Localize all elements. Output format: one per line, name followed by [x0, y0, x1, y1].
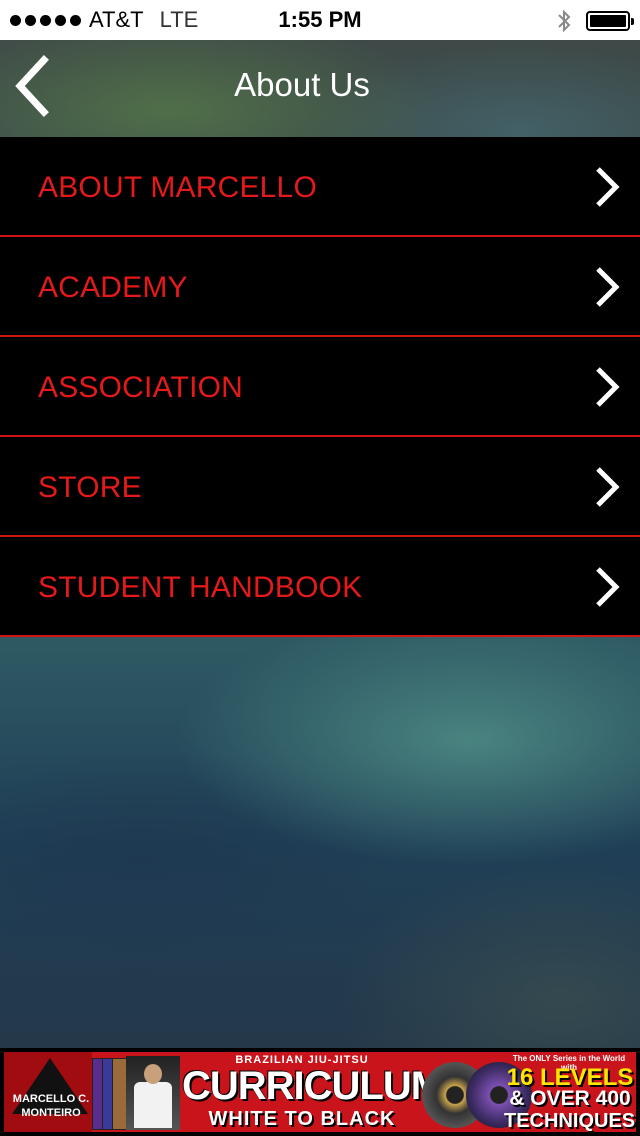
- chevron-right-icon: [596, 367, 620, 407]
- menu-item-label: ASSOCIATION: [38, 371, 244, 404]
- banner-techniques: TECHNIQUES!: [504, 1110, 636, 1132]
- page-title: About Us: [234, 66, 370, 103]
- menu-item-academy[interactable]: ACADEMY: [0, 237, 640, 337]
- chevron-right-icon: [596, 267, 620, 307]
- about-menu-list: ABOUT MARCELLO ACADEMY ASSOCIATION STORE…: [0, 137, 640, 637]
- banner-subline: WHITE TO BLACK: [208, 1108, 396, 1130]
- navigation-bar: About Us: [0, 40, 640, 137]
- bluetooth-icon: [558, 9, 571, 33]
- status-time: 1:55 PM: [278, 7, 362, 32]
- menu-item-store[interactable]: STORE: [0, 437, 640, 537]
- chevron-right-icon: [596, 567, 620, 607]
- chevron-right-icon: [596, 467, 620, 507]
- menu-item-association[interactable]: ASSOCIATION: [0, 337, 640, 437]
- brand-name-line1: MARCELLO C.: [12, 1093, 90, 1105]
- advertisement-banner[interactable]: MARCELLO C. MONTEIRO BRAZILIAN JIU-JITSU…: [0, 1048, 640, 1136]
- chevron-right-icon: [596, 167, 620, 207]
- menu-item-student-handbook[interactable]: STUDENT HANDBOOK: [0, 537, 640, 637]
- banner-content: MARCELLO C. MONTEIRO BRAZILIAN JIU-JITSU…: [4, 1052, 636, 1132]
- brand-name-line2: MONTEIRO: [21, 1107, 81, 1119]
- menu-item-about-marcello[interactable]: ABOUT MARCELLO: [0, 137, 640, 237]
- banner-headline: CURRICULUM: [182, 1064, 444, 1108]
- menu-item-label: STORE: [38, 471, 142, 504]
- brand-name: MARCELLO C. MONTEIRO: [6, 1092, 96, 1120]
- instructor-photo: [126, 1056, 180, 1130]
- battery-icon: [586, 11, 634, 31]
- banner-over: & OVER 400: [509, 1087, 631, 1110]
- menu-item-label: ABOUT MARCELLO: [38, 171, 317, 204]
- status-right: [556, 8, 634, 34]
- menu-item-label: STUDENT HANDBOOK: [38, 571, 363, 604]
- menu-item-label: ACADEMY: [38, 271, 188, 304]
- status-bar: AT&T LTE 1:55 PM: [0, 0, 640, 40]
